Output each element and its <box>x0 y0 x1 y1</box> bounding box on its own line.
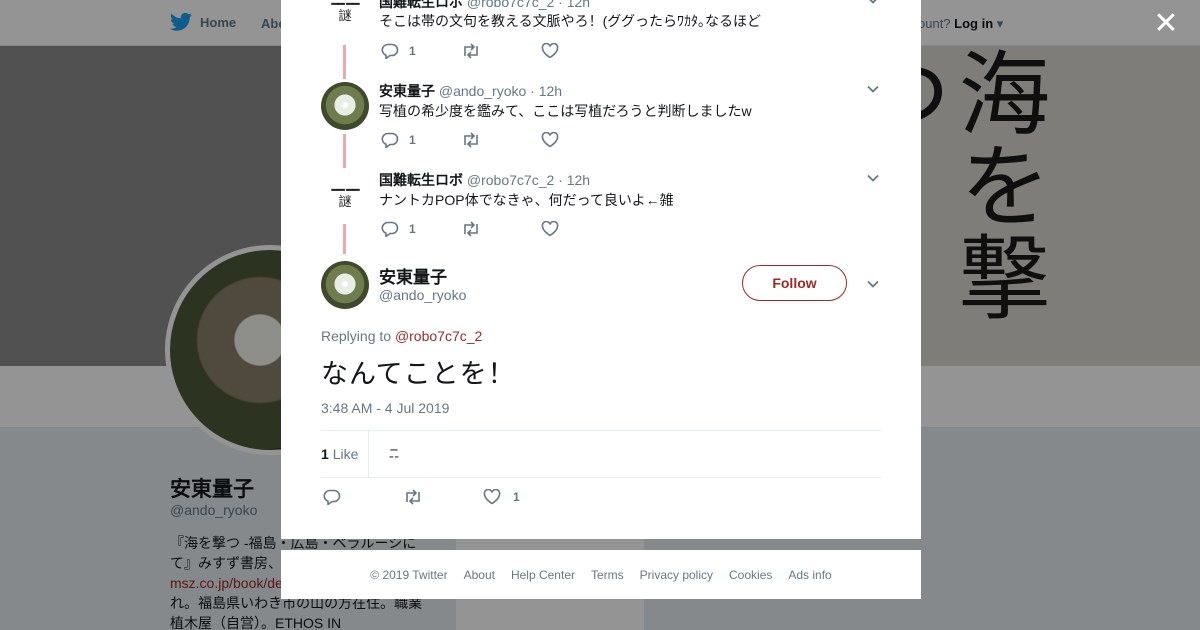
tweet-stats: 1 Like ━━ ━ ━ <box>321 430 881 478</box>
avatar[interactable]: ━━ ━━ 謎 <box>321 172 369 220</box>
footer-link-terms[interactable]: Terms <box>591 568 624 582</box>
tweet-actions: 1 <box>381 130 621 150</box>
retweet-button[interactable] <box>461 132 541 148</box>
separator: · <box>530 83 535 99</box>
avatar[interactable] <box>321 82 369 130</box>
reply-icon <box>323 489 341 505</box>
tweet-header: 安東量子 @ando_ryoko · 12h <box>379 81 562 101</box>
avatar[interactable]: ━━ ━━ 謎 <box>321 0 369 34</box>
heart-icon <box>483 489 501 505</box>
heart-icon <box>541 43 559 59</box>
focused-tweet-author-name[interactable]: 安東量子 <box>379 263 447 288</box>
retweet-button[interactable] <box>461 43 541 59</box>
likes-count: 1 <box>321 446 329 462</box>
chevron-down-icon[interactable] <box>865 276 881 292</box>
reply-icon <box>381 43 399 59</box>
thread-connector <box>343 224 346 254</box>
reply-icon <box>381 132 399 148</box>
footer-link-help-center[interactable]: Help Center <box>511 568 575 582</box>
retweet-icon <box>464 43 478 59</box>
reply-count: 1 <box>409 44 416 58</box>
tweet-header: 国難転生ロボ @robo7c7c_2 · 12h <box>379 170 590 190</box>
focused-tweet-timestamp[interactable]: 3:48 AM - 4 Jul 2019 <box>321 400 449 416</box>
tweet-author-handle[interactable]: @robo7c7c_2 <box>467 0 554 10</box>
like-button[interactable] <box>541 132 621 148</box>
focused-tweet-author-handle[interactable]: @ando_ryoko <box>379 287 466 303</box>
tweet-author-handle[interactable]: @ando_ryoko <box>439 83 526 99</box>
replying-to-link[interactable]: @robo7c7c_2 <box>395 328 482 344</box>
follow-button[interactable]: Follow <box>742 265 847 301</box>
avatar-text: 謎 <box>338 194 352 209</box>
tweet-text: そこは帯の文句を教える文脈やろ！(ググったらﾜｶﾀ｡なるほど <box>379 13 761 29</box>
likes-label: Like <box>332 446 359 462</box>
reply-count: 1 <box>409 222 416 236</box>
tweet-author-name[interactable]: 国難転生ロボ <box>379 172 463 188</box>
heart-icon <box>541 132 559 148</box>
reply-button[interactable] <box>323 489 403 505</box>
focused-tweet-text: なんてことを！ <box>321 359 516 389</box>
reply-button[interactable]: 1 <box>381 43 461 59</box>
modal-footer: © 2019 Twitter About Help Center Terms P… <box>281 550 921 599</box>
footer-link-cookies[interactable]: Cookies <box>729 568 772 582</box>
like-count: 1 <box>513 490 520 504</box>
retweet-button[interactable] <box>461 221 541 237</box>
reply-button[interactable]: 1 <box>381 221 461 237</box>
focused-tweet-actions: 1 <box>323 489 563 505</box>
separator: · <box>558 172 563 188</box>
footer-link-about[interactable]: About <box>464 568 495 582</box>
tweet-actions: 1 <box>381 219 621 239</box>
tweet-author-handle[interactable]: @robo7c7c_2 <box>467 172 554 188</box>
replying-to: Replying to @robo7c7c_2 <box>321 328 482 344</box>
reply-count: 1 <box>409 133 416 147</box>
like-button[interactable] <box>541 221 621 237</box>
retweet-icon <box>406 489 420 505</box>
chevron-down-icon[interactable] <box>865 0 881 8</box>
footer-link-privacy[interactable]: Privacy policy <box>640 568 713 582</box>
tweet-text: 写植の希少度を鑑みて、ここは写植だろうと判断しましたw <box>379 103 752 119</box>
tweet-time[interactable]: 12h <box>567 0 590 10</box>
chevron-down-icon[interactable] <box>865 81 881 97</box>
tweet-time[interactable]: 12h <box>567 172 590 188</box>
retweet-button[interactable] <box>403 489 483 505</box>
like-button[interactable] <box>541 43 621 59</box>
liker-avatar[interactable]: ━━ ━ ━ <box>381 447 407 461</box>
avatar-text: 謎 <box>338 8 352 23</box>
reply-icon <box>381 221 399 237</box>
focused-tweet-avatar[interactable] <box>321 261 369 309</box>
tweet-author-name[interactable]: 安東量子 <box>379 83 435 99</box>
retweet-icon <box>464 221 478 237</box>
thread-connector <box>343 45 346 79</box>
like-button[interactable]: 1 <box>483 489 563 505</box>
reply-button[interactable]: 1 <box>381 132 461 148</box>
footer-link-ads-info[interactable]: Ads info <box>788 568 831 582</box>
tweet-text: ナントカPOP体でなきゃ、何だって良いよ←雑 <box>379 192 674 208</box>
tweet-author-name[interactable]: 国難転生ロボ <box>379 0 463 10</box>
retweet-icon <box>464 132 478 148</box>
thread-connector <box>343 134 346 168</box>
heart-icon <box>541 221 559 237</box>
chevron-down-icon[interactable] <box>865 170 881 186</box>
close-icon[interactable]: ✕ <box>1152 9 1180 39</box>
separator: · <box>558 0 563 10</box>
tweet-modal: ━━ ━━ 謎 国難転生ロボ @robo7c7c_2 · 12h そこは帯の文句… <box>281 0 921 539</box>
stats-divider <box>368 431 369 477</box>
footer-copyright: © 2019 Twitter <box>370 567 448 582</box>
replying-to-prefix: Replying to <box>321 328 392 344</box>
tweet-time[interactable]: 12h <box>539 83 562 99</box>
likes-stat[interactable]: 1 Like <box>321 446 358 462</box>
tweet-actions: 1 <box>381 41 621 61</box>
